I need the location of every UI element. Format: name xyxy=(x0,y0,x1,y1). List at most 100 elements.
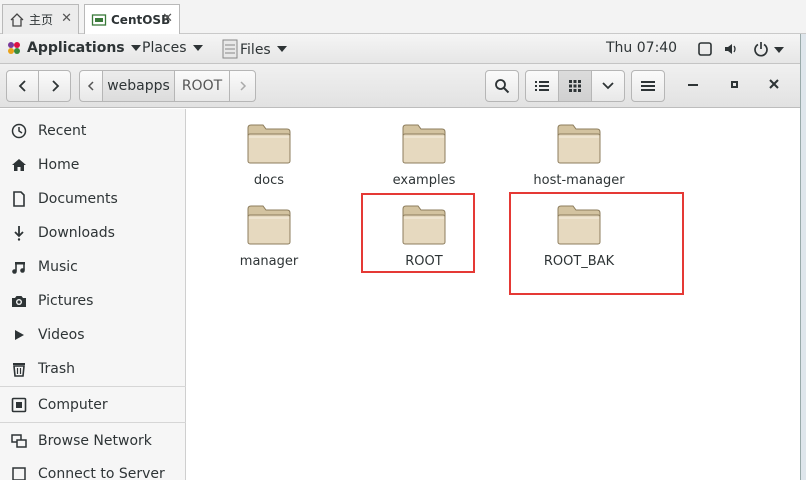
close-icon[interactable]: ✕ xyxy=(61,11,72,26)
host-tab-strip: 主页 ✕ CentOSB ✕ xyxy=(0,0,806,35)
chevron-down-icon xyxy=(276,46,287,52)
files-app-icon xyxy=(222,38,240,60)
document-icon xyxy=(10,190,28,208)
path-crumb-root-label: ROOT xyxy=(181,78,223,94)
sidebar-item-label: Pictures xyxy=(38,293,94,309)
sidebar-item-videos[interactable]: Videos xyxy=(0,320,186,350)
folder-icon xyxy=(247,124,291,164)
menu-button[interactable] xyxy=(631,70,665,102)
house-icon xyxy=(9,12,25,28)
folder-icon xyxy=(402,205,446,245)
host-tab-home[interactable]: 主页 ✕ xyxy=(2,4,79,34)
maximize-button[interactable] xyxy=(731,81,738,88)
close-icon xyxy=(769,79,779,89)
path-crumb-root[interactable]: ROOT xyxy=(174,70,230,102)
computer-icon xyxy=(10,396,28,414)
network-icon xyxy=(10,432,28,450)
chevron-down-icon[interactable] xyxy=(774,47,784,53)
folder-label: manager xyxy=(239,254,299,269)
camera-icon xyxy=(10,292,28,310)
folder-item[interactable]: manager xyxy=(199,193,339,277)
close-window-button[interactable] xyxy=(768,78,780,94)
file-grid: docs examples host-manager manager ROOT … xyxy=(187,109,800,480)
sidebar-item-label: Recent xyxy=(38,123,87,139)
sidebar-item-label: Browse Network xyxy=(38,433,152,449)
sidebar-item-pictures[interactable]: Pictures xyxy=(0,286,186,316)
folder-item[interactable]: examples xyxy=(354,112,494,196)
clock[interactable]: Thu 07:40 xyxy=(606,40,677,56)
folder-label: examples xyxy=(392,173,456,188)
folder-item[interactable]: host-manager xyxy=(509,112,649,196)
close-icon[interactable]: ✕ xyxy=(162,11,173,26)
gnome-top-bar: Applications Places Files Thu 07:40 xyxy=(0,34,800,64)
sidebar-item-home[interactable]: Home xyxy=(0,150,186,180)
applications-menu[interactable]: Applications xyxy=(6,40,141,56)
folder-item[interactable]: ROOT_BAK xyxy=(509,193,649,277)
folder-icon xyxy=(402,124,446,164)
download-icon xyxy=(10,224,28,242)
chevron-right-icon xyxy=(239,81,246,91)
screen-icon[interactable] xyxy=(697,41,713,61)
video-icon xyxy=(10,326,28,344)
sidebar-item-music[interactable]: Music xyxy=(0,252,186,282)
clock-label: Thu 07:40 xyxy=(606,40,678,56)
places-sidebar: Recent Home Documents Downloads Music Pi… xyxy=(0,109,186,480)
sidebar-item-label: Home xyxy=(38,157,80,173)
sidebar-item-label: Trash xyxy=(38,361,75,377)
power-icon[interactable] xyxy=(752,40,770,62)
path-scroll-left-button[interactable] xyxy=(79,70,103,102)
sidebar-item-label: Videos xyxy=(38,327,85,343)
sidebar-item-connect-to-server[interactable]: Connect to Server xyxy=(0,459,186,480)
list-view-button[interactable] xyxy=(525,70,559,102)
sidebar-item-label: Documents xyxy=(38,191,118,207)
host-tab-centos[interactable]: CentOSB ✕ xyxy=(84,4,180,35)
folder-icon xyxy=(247,205,291,245)
folder-icon xyxy=(557,205,601,245)
chevron-down-icon xyxy=(130,45,141,51)
folder-label: host-manager xyxy=(533,173,625,188)
sidebar-item-documents[interactable]: Documents xyxy=(0,184,186,214)
files-label: Files xyxy=(240,42,271,58)
background-window-edge xyxy=(800,34,806,480)
folder-icon xyxy=(557,124,601,164)
back-button[interactable] xyxy=(6,70,39,102)
path-scroll-right-button[interactable] xyxy=(229,70,256,102)
sidebar-item-label: Music xyxy=(38,259,78,275)
sidebar-item-browse-network[interactable]: Browse Network xyxy=(0,426,186,456)
sidebar-item-downloads[interactable]: Downloads xyxy=(0,218,186,248)
folder-item[interactable]: docs xyxy=(199,112,339,196)
places-menu[interactable]: Places xyxy=(142,40,203,56)
trash-icon xyxy=(10,360,28,378)
sidebar-item-computer[interactable]: Computer xyxy=(0,390,186,420)
search-icon xyxy=(495,79,510,94)
sidebar-item-recent[interactable]: Recent xyxy=(0,116,186,146)
sidebar-item-label: Computer xyxy=(38,397,108,413)
places-label: Places xyxy=(142,40,187,56)
server-icon xyxy=(10,465,28,480)
folder-label: ROOT xyxy=(405,254,443,269)
search-button[interactable] xyxy=(485,70,519,102)
files-menu[interactable]: Files xyxy=(222,38,287,60)
minimize-button[interactable] xyxy=(688,84,698,86)
grid-view-button[interactable] xyxy=(558,70,592,102)
path-crumb-webapps-label: webapps xyxy=(107,78,170,94)
host-tab-home-label: 主页 xyxy=(29,13,54,27)
folder-label: ROOT_BAK xyxy=(543,254,615,269)
sidebar-item-trash[interactable]: Trash xyxy=(0,354,186,384)
chevron-down-icon xyxy=(192,45,203,51)
clock-icon xyxy=(10,122,28,140)
applications-label: Applications xyxy=(27,40,125,56)
view-options-button[interactable] xyxy=(591,70,625,102)
folder-item[interactable]: ROOT xyxy=(354,193,494,277)
chevron-left-icon xyxy=(18,80,26,92)
volume-icon[interactable] xyxy=(723,41,739,61)
path-crumb-webapps[interactable]: webapps xyxy=(102,70,175,102)
sidebar-separator xyxy=(0,422,186,423)
grid-icon xyxy=(569,80,581,92)
sidebar-item-label: Connect to Server xyxy=(38,466,165,480)
forward-button[interactable] xyxy=(38,70,71,102)
list-icon xyxy=(535,81,549,91)
home-icon xyxy=(10,156,28,174)
gnome-foot-icon xyxy=(6,40,22,56)
chevron-left-icon xyxy=(87,81,94,91)
